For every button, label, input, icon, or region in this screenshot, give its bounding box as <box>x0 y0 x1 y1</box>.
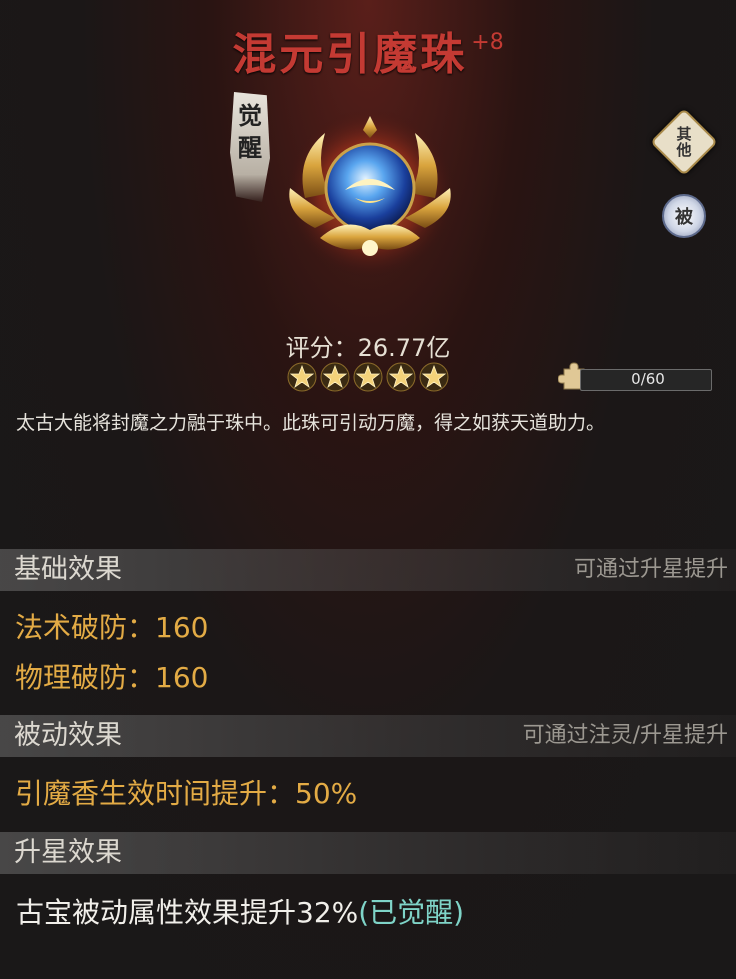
passive-button[interactable]: 被 <box>662 194 706 238</box>
fragment-count: 0/60 <box>631 370 665 388</box>
other-char-2: 他 <box>676 141 692 159</box>
star-icon <box>386 362 416 392</box>
star-rating <box>287 362 449 394</box>
other-char-1: 其 <box>676 125 692 143</box>
awaken-tag-char-2: 醒 <box>238 133 262 162</box>
star-effect-title: 升星效果 <box>14 837 122 868</box>
other-button-label: 其 他 <box>662 120 706 164</box>
passive-effect-header: 被动效果 可通过注灵/升星提升 <box>0 715 736 757</box>
item-name: 混元引魔珠 <box>232 29 468 80</box>
basic-effect-title: 基础效果 <box>14 554 122 585</box>
item-title: 混元引魔珠 +8 <box>0 18 736 82</box>
item-description: 太古大能将封魔之力融于珠中。此珠可引动万魔，得之如获天道助力。 <box>16 412 606 434</box>
star-effect-header: 升星效果 <box>0 832 736 874</box>
star-effect-text: 古宝被动属性效果提升32% <box>16 896 359 929</box>
stat-incense-duration: 引魔香生效时间提升：50% <box>15 777 358 810</box>
passive-button-label: 被 <box>675 207 693 228</box>
basic-effect-note: 可通过升星提升 <box>573 557 728 582</box>
awaken-tag: 觉 醒 <box>230 92 270 202</box>
star-icon <box>419 362 449 392</box>
star-icon <box>320 362 350 392</box>
stat-physical-penetration: 物理破防：160 <box>15 661 209 694</box>
other-button[interactable]: 其 他 <box>650 108 718 176</box>
stat-magic-penetration: 法术破防：160 <box>15 611 209 644</box>
item-level: +8 <box>471 30 504 55</box>
star-icon <box>287 362 317 392</box>
passive-effect-title: 被动效果 <box>14 720 122 751</box>
star-effect-line: 古宝被动属性效果提升32%(已觉醒) <box>16 891 464 931</box>
basic-effect-header: 基础效果 可通过升星提升 <box>0 549 736 591</box>
score-label: 评分：26.77亿 <box>285 334 451 362</box>
star-icon <box>353 362 383 392</box>
awaken-tag-char-1: 觉 <box>238 101 262 130</box>
awakened-status: (已觉醒) <box>358 896 465 929</box>
item-orb-icon <box>275 108 465 278</box>
passive-effect-note: 可通过注灵/升星提升 <box>522 723 728 748</box>
